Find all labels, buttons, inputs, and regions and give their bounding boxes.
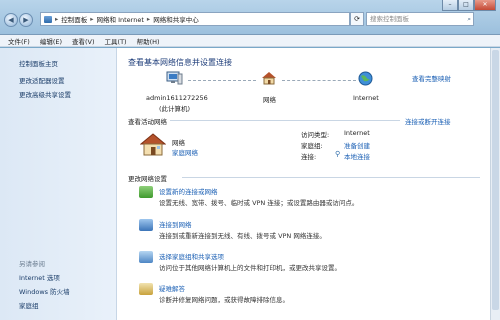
scrollbar-thumb[interactable] [492,50,499,310]
search-icon: ⌕ [467,15,471,23]
internet-globe-icon [358,71,373,86]
back-icon[interactable]: ◀ [4,13,18,27]
homegroup-value-link[interactable]: 准备创建 [344,140,370,150]
control-panel-icon [44,15,52,23]
map-network-label: 网络 [263,96,276,104]
see-also-header: 另请参阅 [19,260,45,268]
map-internet-label: Internet [353,94,379,102]
breadcrumb-network-center[interactable]: 网络和共享中心 [153,14,199,24]
menu-edit[interactable]: 编辑(E) [40,36,62,46]
connection-icon: ⚲ [335,150,341,158]
access-type-label: 访问类型: [301,131,330,139]
address-bar-row: ◀ ▶ ▸ 控制面板 ▸ 网络和 Internet ▸ 网络和共享中心 ⟳ 搜索… [0,0,500,35]
breadcrumb-control-panel[interactable]: 控制面板 [61,14,87,24]
task-desc: 设置无线、宽带、拨号、临时或 VPN 连接；或设置路由器或访问点。 [159,199,359,207]
menu-tools[interactable]: 工具(T) [105,36,127,46]
connection-label: 连接: [301,153,317,161]
sidebar-item-advanced-sharing[interactable]: 更改高级共享设置 [19,89,71,99]
homegroup-sharing-link[interactable]: 选择家庭组和共享选项 [159,251,224,261]
main-panel [117,48,490,320]
access-type-value: Internet [344,129,370,137]
map-computer-name: admin1611272256 [146,94,208,102]
task-desc: 访问位于其他网络计算机上的文件和打印机，或更改共享设置。 [159,264,341,272]
computer-icon [166,71,183,85]
network-sharing-center-window: ◀ ▶ ▸ 控制面板 ▸ 网络和 Internet ▸ 网络和共享中心 ⟳ 搜索… [0,0,500,320]
forward-icon[interactable]: ▶ [19,13,33,27]
address-bar[interactable]: ▸ 控制面板 ▸ 网络和 Internet ▸ 网络和共享中心 [40,12,350,26]
troubleshoot-link[interactable]: 疑难解答 [159,283,185,293]
sidebar-item-control-panel-home[interactable]: 控制面板主页 [19,58,58,68]
divider [170,120,400,121]
task-desc: 连接到或重新连接到无线、有线、拨号或 VPN 网络连接。 [159,232,326,240]
change-settings-header: 更改网络设置 [128,175,167,183]
network-type-link[interactable]: 家庭网络 [172,147,198,157]
divider [182,177,480,178]
sidebar-item-homegroup[interactable]: 家庭组 [19,300,39,310]
homegroup-label: 家庭组: [301,142,323,150]
map-link-line-1 [188,80,256,81]
active-networks-header: 查看活动网络 [128,118,167,126]
connect-disconnect-link[interactable]: 连接或断开连接 [405,116,451,126]
map-computer-sub: (此计算机) [159,105,191,113]
connect-network-icon [139,219,153,231]
active-network-name: 网络 [172,139,185,147]
minimize-button[interactable]: – [442,0,458,11]
menu-bar: 文件(F) 编辑(E) 查看(V) 工具(T) 帮助(H) [0,35,500,47]
network-house-icon [261,71,277,85]
page-title: 查看基本网络信息并设置连接 [128,58,232,67]
sidebar-item-windows-firewall[interactable]: Windows 防火墙 [19,286,70,296]
home-network-icon[interactable] [139,133,167,157]
sidebar-item-internet-options[interactable]: Internet 选项 [19,272,60,282]
connect-to-network-link[interactable]: 连接到网络 [159,219,192,229]
troubleshoot-icon [139,283,153,295]
homegroup-sharing-icon [139,251,153,263]
view-full-map-link[interactable]: 查看完整映射 [412,73,451,83]
sidebar: 控制面板主页 更改适配器设置 更改高级共享设置 另请参阅 Internet 选项… [0,48,117,320]
close-button[interactable]: ✕ [474,0,496,11]
vertical-scrollbar[interactable] [490,48,500,320]
new-connection-icon [139,186,153,198]
window-controls: – □ ✕ [442,0,496,11]
refresh-icon[interactable]: ⟳ [350,12,364,26]
breadcrumb-network-internet[interactable]: 网络和 Internet [97,14,144,24]
menu-view[interactable]: 查看(V) [72,36,95,46]
setup-new-connection-link[interactable]: 设置新的连接或网络 [159,186,218,196]
menu-help[interactable]: 帮助(H) [137,36,160,46]
search-input[interactable]: 搜索控制面板 ⌕ [366,12,474,26]
local-connection-link[interactable]: 本地连接 [344,151,370,161]
task-desc: 诊断并修复网络问题，或获得故障排除信息。 [159,296,289,304]
menu-file[interactable]: 文件(F) [8,36,30,46]
sidebar-item-adapter-settings[interactable]: 更改适配器设置 [19,75,65,85]
maximize-button[interactable]: □ [458,0,474,11]
map-link-line-2 [282,80,356,81]
